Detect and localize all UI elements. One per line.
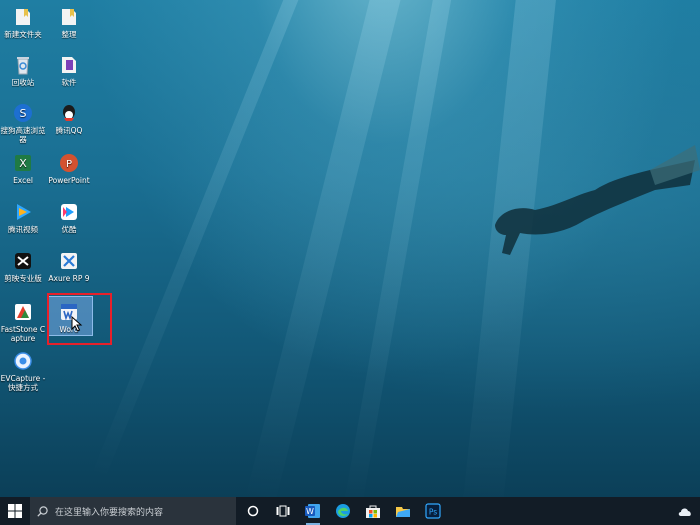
task-view-icon: [276, 505, 290, 517]
desktop-icon-qq[interactable]: 腾讯QQ: [46, 102, 92, 135]
taskbar: 在这里输入你要搜索的内容 W Ps: [0, 497, 700, 525]
svg-text:S: S: [20, 107, 27, 120]
desktop-icon-excel[interactable]: X Excel: [0, 152, 46, 185]
taskbar-photoshop-button[interactable]: Ps: [418, 497, 448, 525]
excel-icon: X: [12, 152, 34, 174]
qq-icon: [58, 102, 80, 124]
evcapture-icon: [12, 350, 34, 372]
desktop-icon-powerpoint[interactable]: P PowerPoint: [46, 152, 92, 185]
windows-logo-icon: [8, 504, 22, 518]
desktop-icon-axure[interactable]: Axure RP 9: [46, 250, 92, 283]
svg-text:Ps: Ps: [429, 508, 437, 517]
circle-icon: [247, 505, 259, 517]
start-button[interactable]: [0, 497, 30, 525]
svg-text:P: P: [66, 159, 72, 170]
desktop-icon-software[interactable]: 软件: [46, 54, 92, 87]
edge-icon: [336, 504, 350, 518]
faststone-icon: [12, 301, 34, 323]
desktop-icon-faststone[interactable]: FastStone Capture: [0, 301, 46, 343]
desktop-icon-youku[interactable]: 优酷: [46, 201, 92, 234]
cortana-button[interactable]: [238, 497, 268, 525]
desktop-wallpaper: 新建文件夹 整理 回收站 软件 S 搜狗高速浏览器 腾讯QQ X Excel P…: [0, 0, 700, 497]
photoshop-icon: Ps: [425, 503, 441, 519]
taskbar-explorer-button[interactable]: [388, 497, 418, 525]
svg-text:W: W: [306, 507, 314, 516]
software-folder-icon: [58, 54, 80, 76]
folder-icon: [12, 6, 34, 28]
desktop-icon-tencent-video[interactable]: 腾讯视频: [0, 201, 46, 234]
mouse-pointer-icon: [71, 316, 83, 332]
axure-icon: [58, 250, 80, 272]
tencent-video-icon: [12, 201, 34, 223]
taskbar-edge-button[interactable]: [328, 497, 358, 525]
desktop-icon-sogou-browser[interactable]: S 搜狗高速浏览器: [0, 102, 46, 144]
powerpoint-icon: P: [58, 152, 80, 174]
swimmer-silhouette: [495, 145, 700, 255]
folder-icon: [58, 6, 80, 28]
desktop-icon-recycle-bin[interactable]: 回收站: [0, 54, 46, 87]
cloud-icon: [678, 508, 691, 516]
capcut-icon: [12, 250, 34, 272]
taskbar-word-button[interactable]: W: [298, 497, 328, 525]
taskbar-search-box[interactable]: 在这里输入你要搜索的内容: [30, 497, 236, 525]
search-placeholder: 在这里输入你要搜索的内容: [55, 507, 164, 518]
taskbar-store-button[interactable]: [358, 497, 388, 525]
desktop-icon-capcut[interactable]: 剪映专业版: [0, 250, 46, 283]
svg-text:X: X: [19, 157, 27, 170]
youku-icon: [58, 201, 80, 223]
desktop-icon-evcapture[interactable]: EVCapture - 快捷方式: [0, 350, 46, 392]
desktop-icon-new-folder[interactable]: 新建文件夹: [0, 6, 46, 39]
word-icon: W: [305, 504, 320, 518]
recycle-bin-icon: [12, 54, 34, 76]
search-icon: [37, 505, 48, 517]
task-view-button[interactable]: [268, 497, 298, 525]
file-explorer-icon: [396, 507, 410, 517]
tray-weather-button[interactable]: [670, 497, 700, 525]
light-ray: [244, 0, 410, 497]
store-icon: [366, 505, 380, 518]
desktop-icon-organize[interactable]: 整理: [46, 6, 92, 39]
sogou-browser-icon: S: [12, 102, 34, 124]
